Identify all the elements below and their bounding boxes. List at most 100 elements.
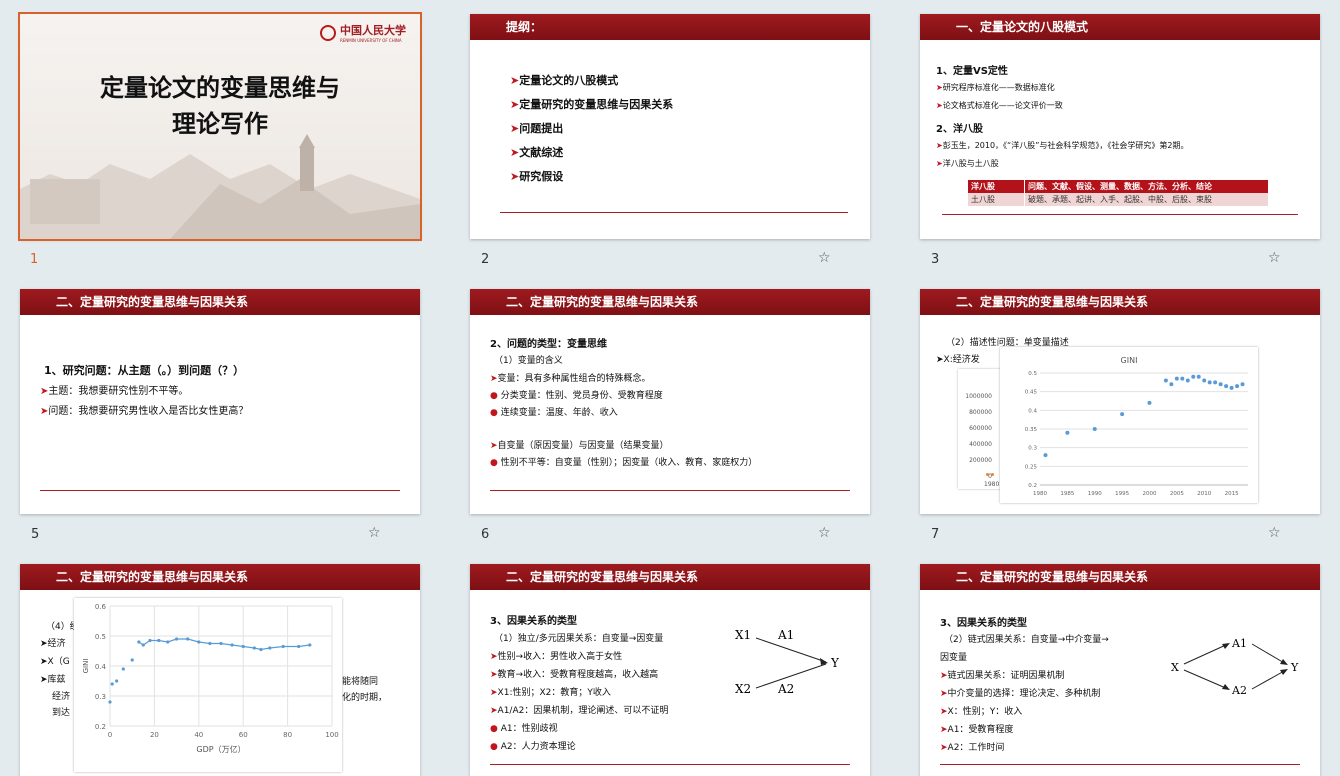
line: 化的时期， bbox=[342, 693, 388, 703]
slide-header: 二、定量研究的变量思维与因果关系 bbox=[470, 289, 870, 315]
node-x2: X2 bbox=[735, 682, 751, 696]
y-tick-label: 0.25 bbox=[1025, 464, 1038, 470]
slide-header: 提纲： bbox=[470, 14, 870, 40]
slide-thumb-9[interactable]: 二、定量研究的变量思维与因果关系 3、因果关系的类型 （1）独立/多元因果关系：… bbox=[470, 564, 870, 776]
x-tick-label: 2015 bbox=[1225, 491, 1239, 497]
chart-title: GINI bbox=[1121, 356, 1138, 365]
y-tick-label: 0.45 bbox=[1025, 390, 1038, 396]
gini-gdp-chart: 0.6 0.5 0.4 0.3 0.2 0 20 40 60 80 100 GDP（万亿） GINI bbox=[74, 598, 342, 772]
bagu-table: 洋八股 问题、文献、假设、测量、数据、方法、分析、结论 土八股 破题、承题、起讲… bbox=[968, 180, 1268, 206]
bullet: ➤教育→收入：受教育程度越高，收入越高 bbox=[490, 670, 659, 680]
bullet: ➤X（G bbox=[40, 657, 70, 667]
data-point bbox=[1196, 374, 1201, 379]
slide-number-3: 3 bbox=[931, 252, 940, 267]
label-a2: A2 bbox=[777, 682, 794, 696]
y-tick-label: 0.35 bbox=[1025, 427, 1038, 433]
slide-header: 二、定量研究的变量思维与因果关系 bbox=[920, 564, 1320, 590]
outline-item: ➤定量论文的八股模式 bbox=[510, 74, 619, 87]
line: 到达 bbox=[52, 708, 71, 718]
y-tick-label: 0.3 bbox=[1028, 446, 1037, 452]
data-point bbox=[148, 638, 152, 643]
node-x1: X1 bbox=[735, 628, 751, 642]
heading: 3、因果关系的类型 bbox=[940, 618, 1027, 629]
node-a1: A1 bbox=[1231, 637, 1247, 650]
data-point bbox=[1147, 400, 1152, 405]
data-point bbox=[1169, 382, 1174, 387]
slide-header: 二、定量研究的变量思维与因果关系 bbox=[20, 564, 420, 590]
slide-thumb-1[interactable]: 中国人民大学 RENMIN UNIVERSITY OF CHINA 定量论文的变… bbox=[18, 12, 422, 241]
bullet: ➤A1：受教育程度 bbox=[940, 725, 1014, 735]
data-point bbox=[1163, 378, 1168, 383]
data-point bbox=[259, 647, 263, 652]
slide-thumb-3[interactable]: 一、定量论文的八股模式 1、定量VS定性 ➤研究程序标准化——数据标准化 ➤论文… bbox=[920, 14, 1320, 239]
divider bbox=[940, 764, 1300, 765]
gini-chart: GINI 0.5 0.45 0.4 0.35 0.3 0.25 0.2 1980 1985 1990… bbox=[1000, 347, 1258, 503]
slide-star-icon[interactable]: ☆ bbox=[818, 250, 831, 266]
data-point bbox=[1180, 376, 1185, 381]
bullet: ➤经济 bbox=[40, 639, 66, 649]
slide-thumb-2[interactable]: 提纲： ➤定量论文的八股模式 ➤定量研究的变量思维与因果关系 ➤问题提出 ➤文献… bbox=[470, 14, 870, 239]
data-point bbox=[1120, 412, 1125, 417]
slide-number-6: 6 bbox=[481, 527, 490, 542]
data-point bbox=[1065, 430, 1070, 435]
data-point bbox=[1092, 427, 1097, 431]
slide-number-1: 1 bbox=[30, 252, 39, 267]
slide-thumb-5[interactable]: 二、定量研究的变量思维与因果关系 1、研究问题：从主题（。）到问题（？） ➤主题… bbox=[20, 289, 420, 514]
divider bbox=[490, 764, 850, 765]
line: 能将随同 bbox=[342, 677, 379, 687]
chain-diagram: X A1 A2 Y bbox=[1171, 637, 1299, 697]
bullet: ➤研究程序标准化——数据标准化 bbox=[936, 83, 1055, 92]
outline-item: ➤文献综述 bbox=[510, 146, 564, 159]
bullet: ➤链式因果关系：证明因果机制 bbox=[940, 671, 1065, 681]
data-point bbox=[268, 646, 272, 650]
data-point bbox=[197, 640, 201, 644]
data-point bbox=[1240, 382, 1245, 387]
slide-thumb-10[interactable]: 二、定量研究的变量思维与因果关系 3、因果关系的类型 （2）链式因果关系：自变量… bbox=[920, 564, 1320, 776]
slide-star-icon[interactable]: ☆ bbox=[1268, 525, 1281, 541]
slide-star-icon[interactable]: ☆ bbox=[368, 525, 381, 541]
data-point bbox=[1207, 380, 1212, 385]
line: （1）变量的含义 bbox=[494, 356, 563, 366]
bullet: ➤彭玉生，2010，《“洋八股”与社会科学规范》，《社会学研究》第2期。 bbox=[936, 141, 1189, 150]
slide-number-7: 7 bbox=[931, 527, 940, 542]
data-point bbox=[1043, 453, 1048, 458]
heading: 2、洋八股 bbox=[936, 124, 983, 135]
data-point bbox=[1229, 385, 1234, 390]
slide-thumb-7[interactable]: 二、定量研究的变量思维与因果关系 （2）描述性问题：单变量描述 ➤X:经济发 1… bbox=[920, 289, 1320, 514]
heading: 3、因果关系的类型 bbox=[490, 616, 577, 627]
data-point bbox=[1174, 376, 1179, 381]
slide-star-icon[interactable]: ☆ bbox=[1268, 250, 1281, 266]
heading: 2、问题的类型：变量思维 bbox=[490, 339, 607, 350]
bullet: ➤库兹 bbox=[40, 675, 66, 685]
data-point bbox=[241, 644, 245, 649]
line: 经济 bbox=[52, 692, 71, 702]
outline-item: ➤定量研究的变量思维与因果关系 bbox=[510, 98, 674, 111]
slide-thumb-6[interactable]: 二、定量研究的变量思维与因果关系 2、问题的类型：变量思维 （1）变量的含义 ➤… bbox=[470, 289, 870, 514]
campus-illustration bbox=[20, 134, 420, 239]
x-tick-label: 2005 bbox=[1170, 491, 1184, 497]
slide-number-5: 5 bbox=[31, 527, 40, 542]
bullet: ➤问题：我想要研究男性收入是否比女性更高？ bbox=[40, 406, 249, 417]
divider bbox=[942, 214, 1298, 215]
line: 因变量 bbox=[940, 653, 968, 663]
x-tick-label: 2010 bbox=[1197, 491, 1211, 497]
x-tick-label: 100 bbox=[325, 731, 338, 739]
heading: 1、定量VS定性 bbox=[936, 66, 1008, 77]
line: （2）链式因果关系：自变量→中介变量→ bbox=[944, 635, 1109, 645]
slide-star-icon[interactable]: ☆ bbox=[818, 525, 831, 541]
outline-item: ➤问题提出 bbox=[510, 122, 564, 135]
x-tick-label: 60 bbox=[239, 731, 248, 739]
gini-scatter: GINI 0.5 0.45 0.4 0.35 0.3 0.25 0.2 1980 1985 1990… bbox=[1025, 356, 1248, 497]
x-tick-label: 2000 bbox=[1142, 491, 1156, 497]
data-point bbox=[1213, 380, 1218, 385]
slide-thumb-8[interactable]: 二、定量研究的变量思维与因果关系 （4）经 ➤经济 ➤X（G ➤库兹 经济 到达… bbox=[20, 564, 420, 776]
data-point bbox=[137, 640, 141, 644]
data-point bbox=[1202, 378, 1207, 383]
y-tick-label: 0.4 bbox=[95, 663, 107, 671]
y-tick-label: 0.2 bbox=[95, 723, 106, 731]
label-a1: A1 bbox=[777, 628, 794, 642]
x-tick-label: 1985 bbox=[1060, 491, 1074, 497]
data-point bbox=[219, 641, 223, 646]
bullet: ➤X:经济发 bbox=[936, 355, 980, 365]
data-point bbox=[157, 638, 161, 643]
